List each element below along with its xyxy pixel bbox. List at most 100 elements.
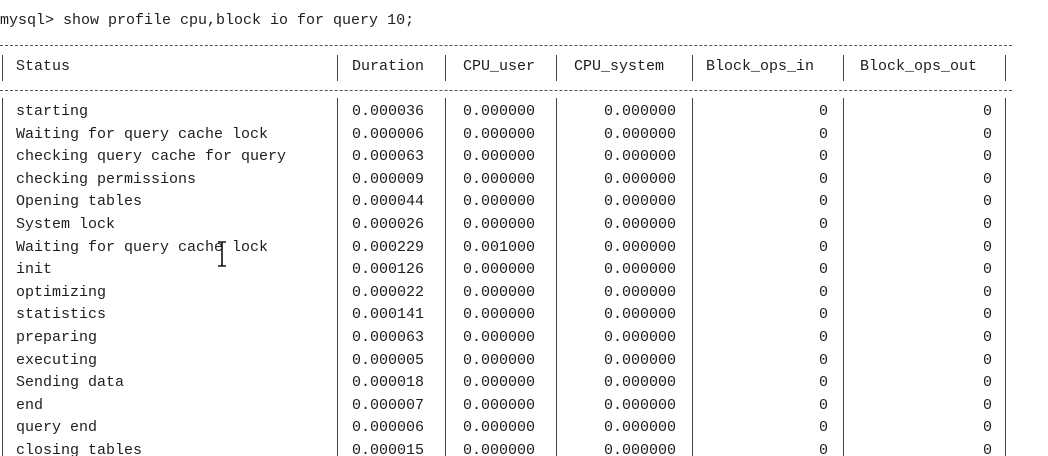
table-cell: 0: [982, 261, 992, 279]
table-cell: 0.000000: [463, 351, 536, 369]
table-cell: 0.000000: [603, 329, 676, 346]
table-cell: 0.000000: [603, 216, 676, 233]
column-header: Block_ops_in: [706, 58, 815, 75]
table-cell: 0.000000: [463, 419, 536, 437]
table-cell: starting: [16, 103, 89, 120]
table-cell: 0.000000: [463, 216, 536, 233]
table-cell: 0.000000: [603, 419, 676, 437]
table-cell: 0: [982, 125, 992, 143]
table-cell: 0.000007: [352, 396, 425, 414]
column-divider: [843, 55, 844, 81]
table-cell: 0: [982, 148, 992, 166]
table-cell: closing tables: [16, 442, 143, 456]
table-cell: 0: [982, 329, 992, 346]
table-cell: 0: [818, 442, 828, 456]
table-cell: 0.000000: [603, 170, 676, 188]
table-cell: 0: [982, 442, 992, 456]
column-header: CPU_system: [574, 58, 665, 75]
table-cell: 0: [818, 170, 828, 188]
table-cell: Sending data: [16, 374, 125, 392]
column-divider: [337, 55, 338, 81]
table-cell: 0.000141: [352, 306, 425, 324]
table-cell: 0: [818, 103, 828, 120]
table-cell: 0: [982, 170, 992, 188]
table-cell: optimizing: [16, 283, 107, 301]
table-cell: Opening tables: [16, 193, 143, 211]
table-cell: 0: [982, 238, 992, 256]
column-divider: [2, 55, 3, 81]
table-cell: 0.000000: [603, 238, 676, 256]
table-cell: 0.000000: [603, 103, 676, 120]
column-divider: [1005, 98, 1006, 456]
table-cell: 0.000006: [352, 125, 425, 143]
table-cell: Waiting for query cache lock: [16, 125, 269, 143]
terminal-window[interactable]: mysql> show profile cpu,block io for que…: [0, 0, 1048, 456]
table-border-top: [0, 45, 1012, 47]
column-divider: [692, 98, 693, 456]
table-cell: 0.000026: [352, 216, 425, 233]
column-divider: [556, 55, 557, 81]
table-cell: 0: [818, 216, 828, 233]
table-cell: 0: [818, 306, 828, 324]
table-cell: 0.000000: [463, 170, 536, 188]
table-cell: 0: [818, 419, 828, 437]
table-cell: 0.000000: [603, 396, 676, 414]
table-header-separator: [0, 90, 1012, 92]
column-divider: [337, 98, 338, 456]
column-divider: [692, 55, 693, 81]
column-divider: [1005, 55, 1006, 81]
command-prompt: mysql> show profile cpu,block io for que…: [0, 12, 415, 29]
table-cell: 0.000063: [352, 329, 425, 346]
table-cell: 0.000015: [352, 442, 425, 456]
table-cell: 0: [982, 193, 992, 211]
table-cell: 0: [818, 125, 828, 143]
table-cell: 0: [818, 351, 828, 369]
column-divider: [2, 98, 3, 456]
table-cell: 0.000009: [352, 170, 425, 188]
table-cell: 0.000000: [603, 306, 676, 324]
table-cell: 0: [818, 148, 828, 166]
table-cell: 0.000000: [603, 125, 676, 143]
column-header: Status: [16, 58, 71, 75]
table-cell: 0.000000: [603, 148, 676, 166]
table-cell: 0.000000: [463, 306, 536, 324]
table-cell: 0: [982, 396, 992, 414]
table-cell: 0: [982, 306, 992, 324]
table-cell: 0: [982, 103, 992, 120]
table-cell: 0.000000: [463, 329, 536, 346]
table-cell: Waiting for query cache lock: [16, 238, 269, 256]
table-cell: 0.000126: [352, 261, 425, 279]
table-cell: 0.000000: [603, 261, 676, 279]
text-cursor-icon: [218, 241, 226, 267]
table-cell: statistics: [16, 306, 107, 324]
table-cell: 0: [818, 261, 828, 279]
table-cell: 0.000000: [603, 374, 676, 392]
table-cell: 0: [982, 283, 992, 301]
table-cell: 0.000000: [463, 193, 536, 211]
table-cell: 0.000005: [352, 351, 425, 369]
table-cell: 0.000006: [352, 419, 425, 437]
table-cell: 0: [818, 396, 828, 414]
table-cell: 0.000000: [603, 442, 676, 456]
table-cell: init: [16, 261, 53, 279]
table-cell: 0.000000: [603, 351, 676, 369]
column-header: Block_ops_out: [860, 58, 978, 75]
table-cell: 0.000000: [463, 396, 536, 414]
table-cell: 0.000000: [463, 442, 536, 456]
table-cell: 0: [818, 374, 828, 392]
table-cell: 0: [818, 238, 828, 256]
table-cell: end: [16, 396, 44, 414]
table-cell: 0: [818, 329, 828, 346]
table-cell: 0.000000: [603, 193, 676, 211]
table-cell: 0.000000: [463, 374, 536, 392]
column-header: Duration: [352, 58, 425, 75]
table-cell: 0.000000: [463, 103, 536, 120]
table-cell: 0.000063: [352, 148, 425, 166]
table-cell: 0.000000: [463, 148, 536, 166]
table-cell: checking permissions: [16, 170, 197, 188]
table-cell: 0: [982, 351, 992, 369]
table-cell: 0.000000: [463, 261, 536, 279]
table-cell: 0.000229: [352, 238, 425, 256]
column-divider: [843, 98, 844, 456]
column-divider: [445, 98, 446, 456]
